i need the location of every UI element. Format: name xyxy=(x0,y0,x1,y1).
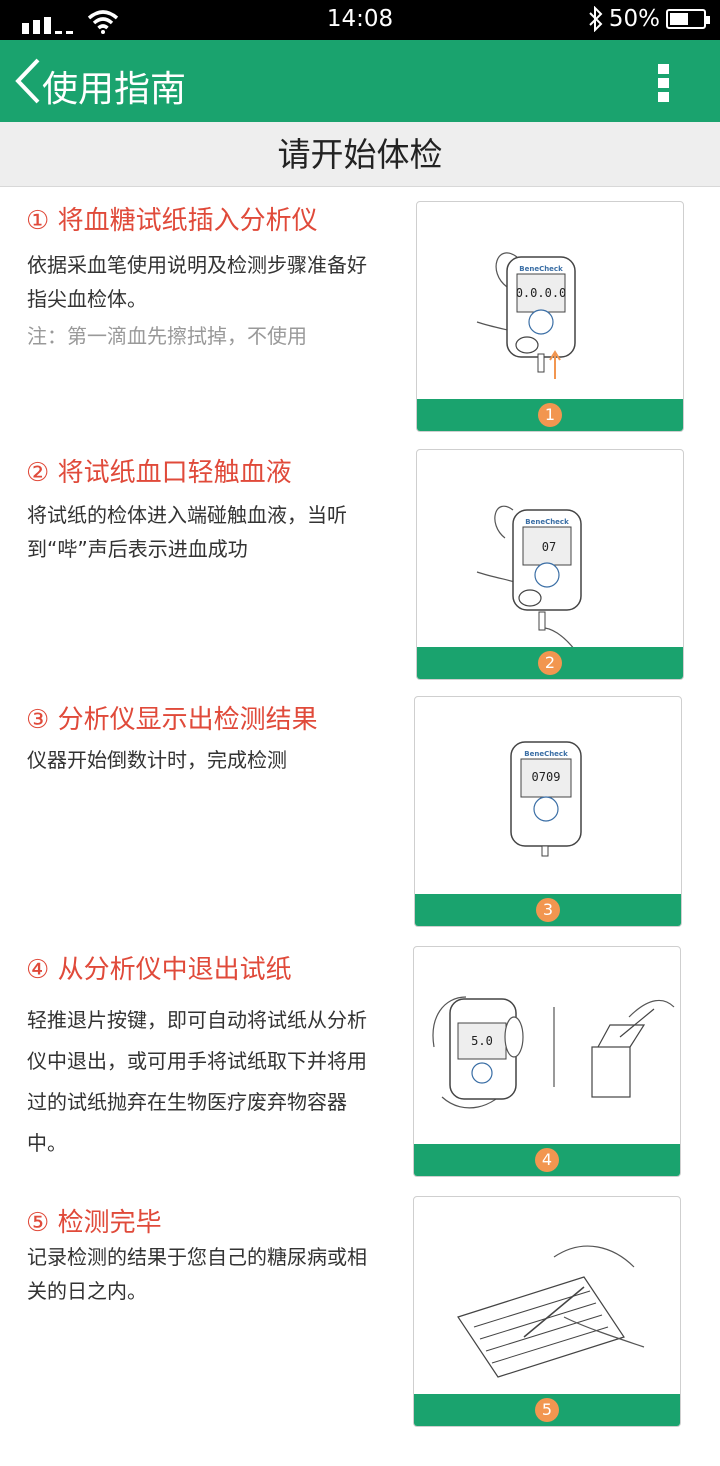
step-1-illustration: BeneCheck 0.0.0.0 1 xyxy=(416,201,684,432)
meter-reading: 07 xyxy=(542,540,556,554)
meter-reading: 0.0.0.0 xyxy=(516,286,567,300)
step-1-description: 依据采血笔使用说明及检测步骤准备好指尖血检体。 xyxy=(27,253,367,311)
meter-brand: BeneCheck xyxy=(524,750,568,758)
app-bar: 使用指南 xyxy=(0,40,720,122)
step-1-note: 注：第一滴血先擦拭掉，不使用 xyxy=(27,324,307,348)
glucose-meter-eject-illustration: 5.0 xyxy=(432,996,675,1109)
step-4-illustration: 5.0 4 xyxy=(413,946,681,1177)
glucose-meter-blood-illustration: BeneCheck 07 xyxy=(476,505,582,650)
step-number-badge: 3 xyxy=(536,898,560,922)
page-title: 使用指南 xyxy=(42,69,187,110)
step-5-title: ⑤ 检测完毕 xyxy=(26,1208,162,1238)
glucose-meter-insert-illustration: BeneCheck 0.0.0.0 xyxy=(476,252,576,379)
section-header: 请开始体检 xyxy=(0,122,720,187)
step-number-badge: 2 xyxy=(538,651,562,675)
step-2-title: ② 将试纸血口轻触血液 xyxy=(26,458,292,488)
meter-brand: BeneCheck xyxy=(525,518,569,526)
bluetooth-icon xyxy=(589,6,603,32)
step-number-badge: 4 xyxy=(535,1148,559,1172)
step-5-description: 记录检测的结果于您自己的糖尿病或相关的日之内。 xyxy=(27,1245,367,1303)
step-2-illustration: BeneCheck 07 2 xyxy=(416,449,684,680)
more-options-icon[interactable] xyxy=(658,64,670,102)
step-1-title: ① 将血糖试纸插入分析仪 xyxy=(26,206,318,236)
step-number-badge: 5 xyxy=(535,1398,559,1422)
step-3-title: ③ 分析仪显示出检测结果 xyxy=(26,705,318,735)
step-3-illustration: BeneCheck 0709 3 xyxy=(414,696,682,927)
step-2-description: 将试纸的检体进入端碰触血液，当听到“哔”声后表示进血成功 xyxy=(27,503,347,561)
battery-percent: 50% xyxy=(608,6,660,32)
meter-reading: 5.0 xyxy=(471,1034,493,1048)
status-bar: 14:08 50% xyxy=(0,0,720,40)
meter-reading: 0709 xyxy=(532,770,561,784)
step-4-description: 轻推退片按键，即可自动将试纸从分析仪中退出，或可用手将试纸取下并将用过的试纸抛弃… xyxy=(27,1008,367,1155)
step-3-description: 仪器开始倒数计时，完成检测 xyxy=(27,748,287,772)
record-logbook-illustration xyxy=(457,1245,645,1378)
glucose-meter-result-illustration: BeneCheck 0709 xyxy=(510,741,582,857)
step-5-illustration: 5 xyxy=(413,1196,681,1427)
step-number-badge: 1 xyxy=(538,403,562,427)
meter-brand: BeneCheck xyxy=(519,265,563,273)
step-4-title: ④ 从分析仪中退出试纸 xyxy=(26,955,292,985)
battery-icon xyxy=(666,9,710,29)
